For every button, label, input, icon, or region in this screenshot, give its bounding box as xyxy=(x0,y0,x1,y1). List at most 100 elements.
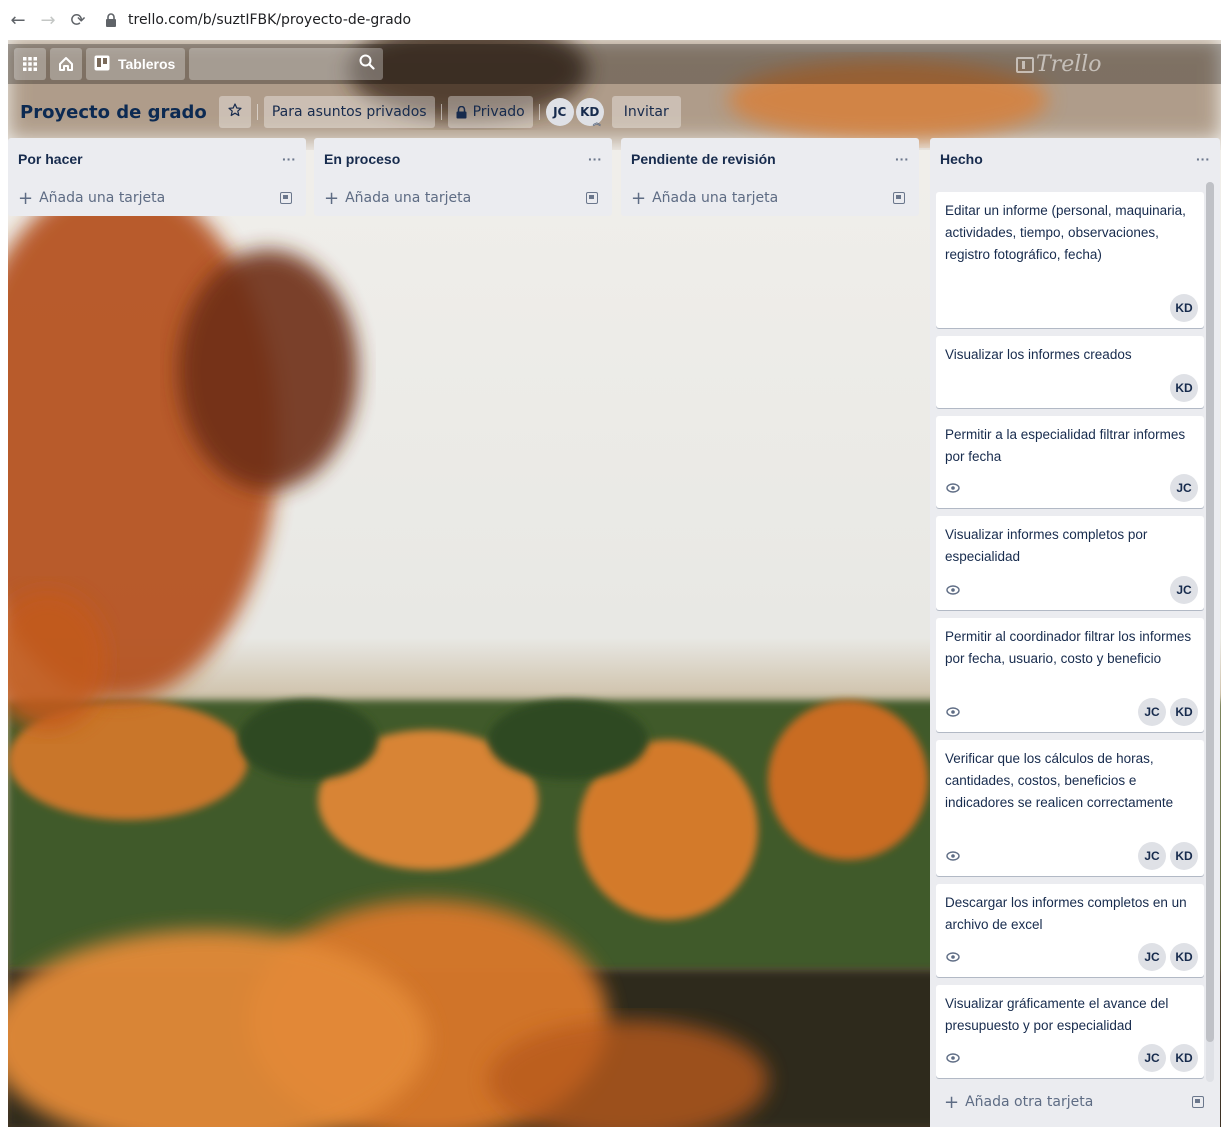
card[interactable]: Visualizar informes completos por especi… xyxy=(936,516,1204,610)
list-menu-button[interactable]: ··· xyxy=(895,151,909,167)
member-avatar[interactable]: KD xyxy=(1170,842,1198,870)
search-input[interactable] xyxy=(189,48,384,80)
card-title: Visualizar gráficamente el avance del pr… xyxy=(945,996,1169,1033)
member-avatar[interactable]: JC xyxy=(545,98,574,126)
add-card-label: Añada una tarjeta xyxy=(345,190,472,206)
member-avatar[interactable]: KD ︽ xyxy=(575,98,604,127)
address-bar[interactable]: trello.com/b/suztIFBK/proyecto-de-grado xyxy=(102,5,411,35)
card[interactable]: Visualizar los informes creados KD xyxy=(936,336,1204,408)
watch-eye-icon xyxy=(945,582,961,598)
card-footer: JC xyxy=(945,474,1198,502)
search-icon xyxy=(359,54,375,74)
card-title: Verificar que los cálculos de horas, can… xyxy=(945,751,1174,810)
card-template-icon[interactable] xyxy=(586,192,598,204)
card-footer: JC KD xyxy=(945,698,1198,726)
lock-icon xyxy=(456,105,467,119)
board-title[interactable]: Proyecto de grado xyxy=(12,96,215,128)
card-template-icon[interactable] xyxy=(893,192,905,204)
invite-button[interactable]: Invitar xyxy=(611,96,681,128)
member-avatar[interactable]: KD xyxy=(1170,698,1198,726)
apps-grid-icon[interactable] xyxy=(14,48,46,80)
add-card-row: + Añada una tarjeta xyxy=(314,180,612,216)
browser-toolbar: ← → ⟳ trello.com/b/suztIFBK/proyecto-de-… xyxy=(0,0,1221,40)
member-avatar[interactable]: JC xyxy=(1138,1044,1166,1072)
watch-eye-icon xyxy=(945,848,961,864)
card-title: Descargar los informes completos en un a… xyxy=(945,895,1187,932)
card-footer: JC KD xyxy=(945,1044,1198,1072)
trello-logo[interactable]: Trello xyxy=(1016,52,1102,77)
card[interactable]: Editar un informe (personal, maquinaria,… xyxy=(936,192,1204,328)
list-en-proceso: En proceso ··· + Añada una tarjeta xyxy=(314,138,612,216)
member-avatar[interactable]: JC xyxy=(1170,474,1198,502)
member-avatar[interactable]: KD xyxy=(1170,943,1198,971)
card-members: KD xyxy=(1166,374,1198,402)
card-members: JC KD xyxy=(1134,1044,1198,1072)
reload-icon[interactable]: ⟳ xyxy=(66,8,90,32)
forward-icon[interactable]: → xyxy=(36,8,60,32)
card-members: JC KD xyxy=(1134,842,1198,870)
card-members: JC KD xyxy=(1134,698,1198,726)
card[interactable]: Permitir al coordinador filtrar los info… xyxy=(936,618,1204,732)
member-avatar[interactable]: KD xyxy=(1170,294,1198,322)
list-pendiente-de-revision: Pendiente de revisión ··· + Añada una tar… xyxy=(621,138,919,216)
list-title[interactable]: En proceso xyxy=(324,151,400,167)
card-footer: KD xyxy=(945,294,1198,322)
list-menu-button[interactable]: ··· xyxy=(588,151,602,167)
member-avatar[interactable]: JC xyxy=(1138,842,1166,870)
add-card-row: + Añada una tarjeta xyxy=(8,180,306,216)
member-avatar[interactable]: JC xyxy=(1138,943,1166,971)
watch-eye-icon xyxy=(945,1050,961,1066)
card-title: Visualizar los informes creados xyxy=(945,347,1132,362)
list-scrollbar[interactable] xyxy=(1206,182,1214,1082)
card-template-icon[interactable] xyxy=(280,192,292,204)
list-por-hacer: Por hacer ··· + Añada una tarjeta xyxy=(8,138,306,216)
star-icon xyxy=(228,103,242,121)
back-icon[interactable]: ← xyxy=(6,8,30,32)
card[interactable]: Permitir a la especialidad filtrar infor… xyxy=(936,416,1204,508)
board-header: Proyecto de grado Para asuntos privados … xyxy=(8,92,1221,132)
add-card-button[interactable]: + Añada una tarjeta xyxy=(18,188,165,209)
board: Tableros Trello Proyecto de grado Para a… xyxy=(8,40,1221,1127)
lock-icon xyxy=(102,11,120,29)
watch-eye-icon xyxy=(945,480,961,496)
scrollbar-thumb[interactable] xyxy=(1206,182,1214,1042)
card-footer: JC xyxy=(945,576,1198,604)
add-card-button[interactable]: + Añada una tarjeta xyxy=(324,188,471,209)
card-members: JC KD xyxy=(1134,943,1198,971)
admin-chevron-icon: ︽ xyxy=(592,118,601,127)
card-footer: JC KD xyxy=(945,943,1198,971)
star-button[interactable] xyxy=(218,96,251,128)
card-template-icon[interactable] xyxy=(1192,1096,1204,1108)
list-header: Pendiente de revisión ··· xyxy=(621,138,919,180)
list-title[interactable]: Hecho xyxy=(940,151,983,167)
member-avatar[interactable]: KD xyxy=(1170,1044,1198,1072)
add-card-button[interactable]: + Añada una tarjeta xyxy=(631,188,778,209)
plus-icon: + xyxy=(18,187,34,209)
home-icon[interactable] xyxy=(50,48,82,80)
card-members: JC xyxy=(1166,576,1198,604)
workspace-button[interactable]: Para asuntos privados xyxy=(263,96,435,128)
list-menu-button[interactable]: ··· xyxy=(1196,151,1210,167)
card[interactable]: Verificar que los cálculos de horas, can… xyxy=(936,740,1204,876)
header-divider xyxy=(256,104,258,120)
list-header: En proceso ··· xyxy=(314,138,612,180)
member-avatar[interactable]: KD xyxy=(1170,374,1198,402)
member-avatar[interactable]: JC xyxy=(1170,576,1198,604)
add-card-row: + Añada otra tarjeta xyxy=(936,1087,1212,1117)
list-header: Por hacer ··· xyxy=(8,138,306,180)
boards-button[interactable]: Tableros xyxy=(86,48,186,80)
card[interactable]: Descargar los informes completos en un a… xyxy=(936,884,1204,977)
member-avatar[interactable]: JC xyxy=(1138,698,1166,726)
list-title[interactable]: Por hacer xyxy=(18,151,83,167)
app-top-bar: Tableros Trello xyxy=(8,44,1221,84)
card[interactable]: Visualizar gráficamente el avance del pr… xyxy=(936,985,1204,1078)
visibility-button[interactable]: Privado xyxy=(447,96,533,128)
list-menu-button[interactable]: ··· xyxy=(282,151,296,167)
add-card-button[interactable]: + Añada otra tarjeta xyxy=(944,1092,1093,1113)
card-footer: KD xyxy=(945,374,1198,402)
trello-logo-text: Trello xyxy=(1036,52,1102,77)
header-divider xyxy=(440,104,442,120)
list-hecho: Hecho ··· Editar un informe (personal, m… xyxy=(930,138,1220,1127)
card-title: Permitir al coordinador filtrar los info… xyxy=(945,629,1192,666)
list-title[interactable]: Pendiente de revisión xyxy=(631,151,776,167)
